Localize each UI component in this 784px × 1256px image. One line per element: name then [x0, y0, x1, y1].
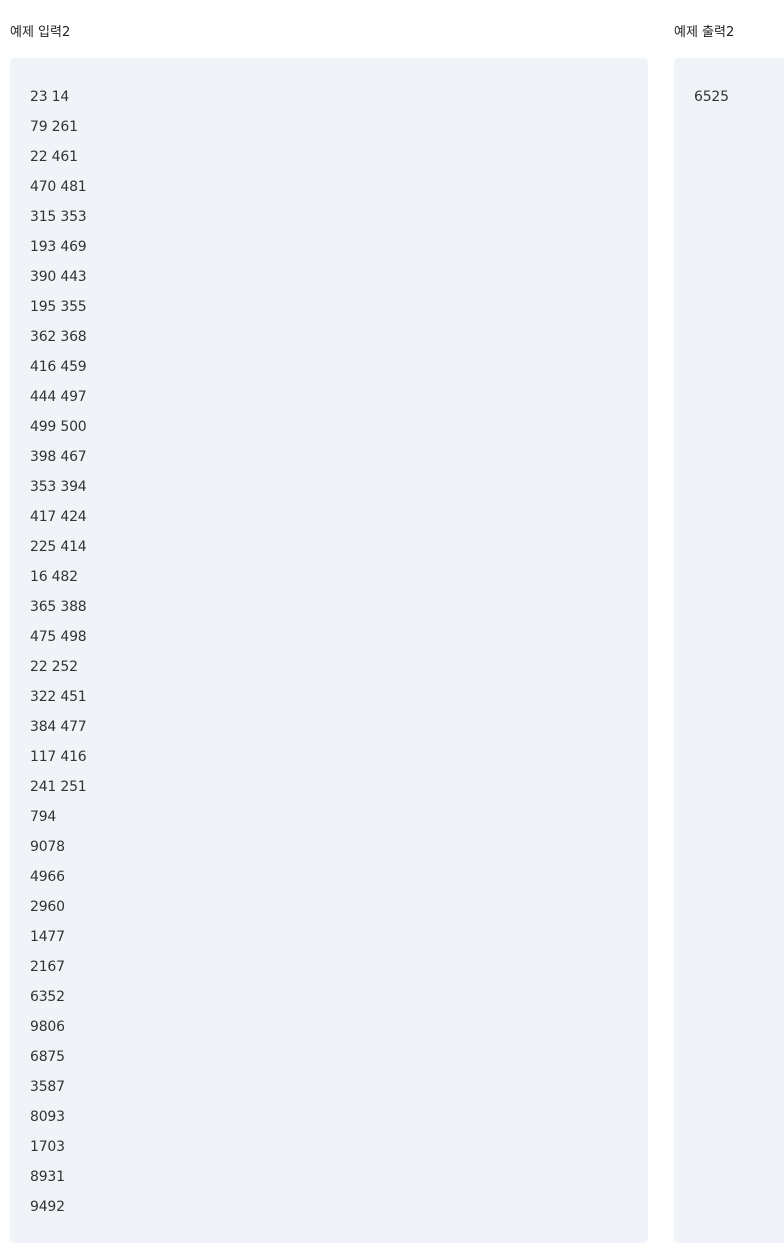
example-input-box: 23 14 79 261 22 461 470 481 315 353 193 469 39…: [10, 58, 648, 1243]
input-line: 4966: [30, 869, 65, 885]
input-line: 193 469: [30, 239, 87, 255]
input-line: 22 461: [30, 149, 78, 165]
input-line: 117 416: [30, 749, 87, 765]
input-line: 16 482: [30, 569, 78, 585]
example-output-box: 6525: [674, 58, 784, 1243]
input-line: 8093: [30, 1109, 65, 1125]
input-line: 794: [30, 809, 57, 825]
input-line: 9078: [30, 839, 65, 855]
input-line: 22 252: [30, 659, 78, 675]
input-line: 365 388: [30, 599, 87, 615]
input-line: 241 251: [30, 779, 87, 795]
input-line: 3587: [30, 1079, 65, 1095]
input-line: 499 500: [30, 419, 87, 435]
input-line: 416 459: [30, 359, 87, 375]
input-line: 390 443: [30, 269, 87, 285]
input-line: 444 497: [30, 389, 87, 405]
input-line: 9806: [30, 1019, 65, 1035]
input-line: 225 414: [30, 539, 87, 555]
input-line: 475 498: [30, 629, 87, 645]
input-line: 362 368: [30, 329, 87, 345]
input-line: 315 353: [30, 209, 87, 225]
input-line: 79 261: [30, 119, 78, 135]
input-line: 470 481: [30, 179, 87, 195]
output-line: 6525: [694, 89, 729, 105]
input-line: 353 394: [30, 479, 87, 495]
input-line: 2167: [30, 959, 65, 975]
input-line: 384 477: [30, 719, 87, 735]
example-input-label: 예제 입력2: [10, 25, 71, 40]
input-line: 6875: [30, 1049, 65, 1065]
example-output-label: 예제 출력2: [674, 25, 735, 40]
input-line: 23 14: [30, 89, 70, 105]
input-line: 398 467: [30, 449, 87, 465]
input-line: 9492: [30, 1199, 65, 1215]
input-line: 1703: [30, 1139, 65, 1155]
input-line: 8931: [30, 1169, 65, 1185]
input-line: 6352: [30, 989, 65, 1005]
input-line: 195 355: [30, 299, 87, 315]
input-line: 1477: [30, 929, 65, 945]
input-line: 417 424: [30, 509, 87, 525]
input-line: 322 451: [30, 689, 87, 705]
input-line: 2960: [30, 899, 65, 915]
